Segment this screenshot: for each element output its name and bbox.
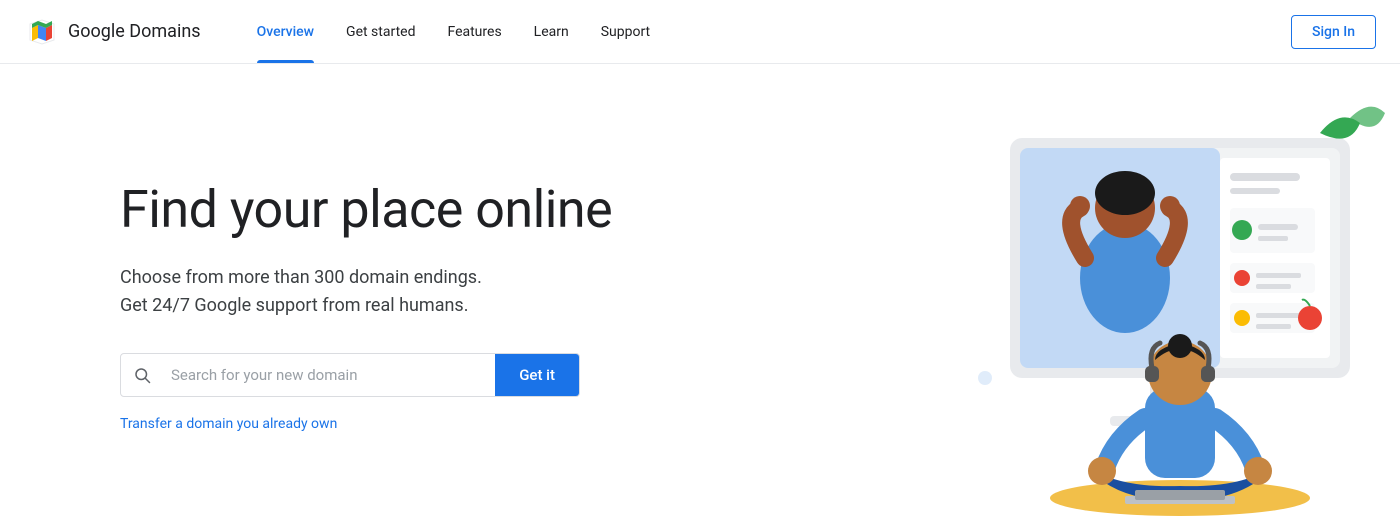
main-content: Find your place online Choose from more …: [0, 64, 1400, 528]
nav-item-learn[interactable]: Learn: [518, 0, 585, 63]
hero-subtitle: Choose from more than 300 domain endings…: [120, 264, 612, 322]
search-bar: Get it: [120, 353, 580, 397]
nav-item-get-started[interactable]: Get started: [330, 0, 431, 63]
hero-illustration: [820, 64, 1400, 528]
transfer-domain-link[interactable]: Transfer a domain you already own: [120, 416, 337, 432]
hero-subtitle-line1: Choose from more than 300 domain endings…: [120, 267, 482, 288]
nav-item-features[interactable]: Features: [431, 0, 517, 63]
main-nav: Overview Get started Features Learn Supp…: [241, 0, 667, 63]
nav-item-overview[interactable]: Overview: [241, 0, 330, 63]
sign-in-button[interactable]: Sign In: [1291, 15, 1376, 49]
domain-search-input[interactable]: [163, 354, 495, 396]
google-domains-logo-icon: [24, 14, 60, 50]
hero-subtitle-line2: Get 24/7 Google support from real humans…: [120, 295, 468, 316]
get-it-button[interactable]: Get it: [495, 354, 579, 396]
logo-text: Google Domains: [68, 21, 201, 42]
hero-title: Find your place online: [120, 180, 612, 240]
illustration-svg: [830, 78, 1390, 528]
site-header: Google Domains Overview Get started Feat…: [0, 0, 1400, 64]
logo-area[interactable]: Google Domains: [24, 14, 201, 50]
search-icon: [121, 366, 163, 384]
nav-item-support[interactable]: Support: [585, 0, 666, 63]
hero-content: Find your place online Choose from more …: [120, 160, 612, 432]
